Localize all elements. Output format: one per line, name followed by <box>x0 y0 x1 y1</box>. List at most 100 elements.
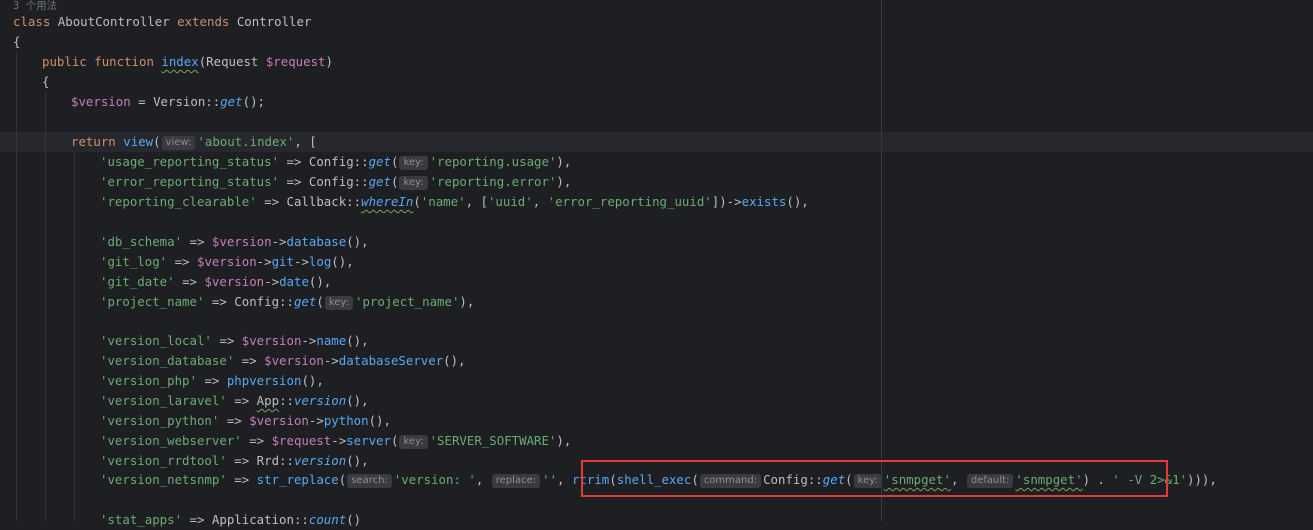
string-literal: '' <box>542 472 558 487</box>
static-call: get <box>293 294 317 309</box>
code-token: ), <box>556 154 572 169</box>
method-call: exists <box>741 194 787 209</box>
code-token: (), <box>346 453 369 468</box>
code-token: => <box>182 512 212 527</box>
code-token: (); <box>242 94 265 109</box>
string-literal: 'reporting.usage' <box>429 154 557 169</box>
code-token: => <box>226 393 257 408</box>
code-token: ))), <box>1187 472 1217 487</box>
code-line-version-python: 'version_python' => $version->python(), <box>100 411 391 431</box>
code-line-version-local: 'version_local' => $version->name(), <box>100 331 369 351</box>
code-token: -> <box>271 234 287 249</box>
method-call: server <box>346 433 391 448</box>
code-token: (), <box>308 274 332 289</box>
array-key: 'git_log' <box>100 254 168 269</box>
code-line-brace: { <box>42 74 50 89</box>
code-token: => <box>182 234 212 249</box>
highlight-annotation <box>581 460 1168 497</box>
string-literal: 'error_reporting_uuid' <box>547 194 712 209</box>
function-call: str_replace <box>256 472 339 487</box>
array-key: 'version_laravel' <box>100 393 227 408</box>
code-token: => <box>196 373 227 388</box>
code-line-project-name: 'project_name' => Config::get(key:'proje… <box>100 292 474 312</box>
code-line-version: $version = Version::get(); <box>71 92 265 112</box>
code-token: , <box>475 472 491 487</box>
array-key: 'project_name' <box>100 294 205 309</box>
code-token: ( <box>153 134 161 149</box>
string-literal: 'SERVER_SOFTWARE' <box>429 433 557 448</box>
indent-guide <box>45 92 46 521</box>
class-ref: Rrd:: <box>256 453 294 468</box>
code-token: , <box>532 194 548 209</box>
code-line-error-reporting: 'error_reporting_status' => Config::get(… <box>100 172 571 192</box>
code-line-version-laravel: 'version_laravel' => App::version(), <box>100 391 369 411</box>
array-key: 'version_netsnmp' <box>100 472 227 487</box>
code-token: => <box>241 433 272 448</box>
code-line-version-database: 'version_database' => $version->database… <box>100 351 466 371</box>
code-token: ), <box>556 433 572 448</box>
static-call: whereIn <box>361 194 414 209</box>
code-token: (), <box>346 393 369 408</box>
code-token: -> <box>331 433 347 448</box>
code-line-db-schema: 'db_schema' => $version->database(), <box>100 232 369 252</box>
string-literal: 'uuid' <box>487 194 533 209</box>
code-line-git-log: 'git_log' => $version->git->log(), <box>100 252 354 272</box>
code-token: ( <box>413 194 421 209</box>
code-line-version-webserver: 'version_webserver' => $request->server(… <box>100 431 571 451</box>
variable: $version <box>264 353 324 368</box>
code-token: (), <box>301 373 324 388</box>
code-token: ( <box>390 154 399 169</box>
code-token: ), <box>459 294 475 309</box>
code-token: ( <box>390 433 399 448</box>
code-line-stat-apps: 'stat_apps' => Application::count() <box>100 510 361 530</box>
code-editor[interactable]: 3 个用法 class AboutController extends Cont… <box>0 0 1313 527</box>
code-token: (), <box>443 353 466 368</box>
array-key: 'db_schema' <box>100 234 183 249</box>
string-literal: 'project_name' <box>354 294 460 309</box>
variable: $version <box>204 274 265 289</box>
code-token: , <box>557 472 572 487</box>
array-key: 'reporting_clearable' <box>100 194 257 209</box>
code-token: () <box>346 512 362 527</box>
code-line-return: return view(view:'about.index', [ <box>71 132 317 152</box>
array-key: 'version_database' <box>100 353 235 368</box>
class-ref: Config:: <box>308 174 369 189</box>
function-call: view <box>123 134 154 149</box>
code-token: ), <box>556 174 572 189</box>
keyword: return <box>71 134 116 149</box>
class-ref: Callback:: <box>286 194 362 209</box>
code-token: => <box>226 472 257 487</box>
code-line-usage-reporting: 'usage_reporting_status' => Config::get(… <box>100 152 571 172</box>
right-margin-guide <box>881 0 882 521</box>
code-token: => <box>167 254 197 269</box>
code-line-reporting-clearable: 'reporting_clearable' => Callback::where… <box>100 192 809 212</box>
param-hint: view: <box>161 136 196 150</box>
param-hint: key: <box>399 176 428 190</box>
method-call: git <box>271 254 294 269</box>
param-hint: replace: <box>491 474 541 488</box>
array-key: 'version_python' <box>100 413 220 428</box>
param-hint: key: <box>324 296 353 310</box>
array-key: 'usage_reporting_status' <box>100 154 280 169</box>
code-token: , [ <box>294 134 317 149</box>
code-token: => <box>256 194 287 209</box>
class-ref: Application:: <box>211 512 309 527</box>
class-ref: Config:: <box>234 294 294 309</box>
code-token: ( <box>338 472 347 487</box>
array-key: 'error_reporting_status' <box>100 174 280 189</box>
string-literal: 'about.index' <box>197 134 295 149</box>
string-literal: 'name' <box>420 194 466 209</box>
code-line-method: public function index(Request $request) <box>42 52 333 72</box>
code-token: -> <box>301 333 317 348</box>
code-token: => <box>211 333 242 348</box>
code-token: , [ <box>465 194 488 209</box>
string-literal: 'reporting.error' <box>429 174 557 189</box>
code-line-git-date: 'git_date' => $version->date(), <box>100 272 331 292</box>
code-line-brace: { <box>13 34 21 49</box>
code-token: :: <box>279 393 294 408</box>
array-key: 'version_local' <box>100 333 212 348</box>
class-name: AboutController <box>50 14 178 29</box>
code-token: => <box>279 154 309 169</box>
method-call: date <box>279 274 309 289</box>
keyword: extends <box>177 14 230 29</box>
